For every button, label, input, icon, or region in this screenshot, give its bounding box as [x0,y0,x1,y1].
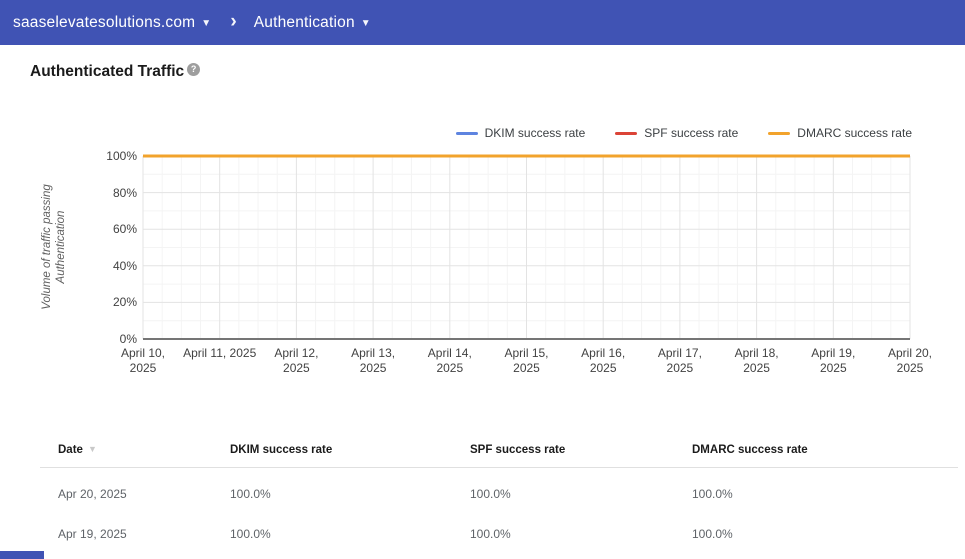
top-navigation-bar: saaselevatesolutions.com ▼ › Authenticat… [0,0,965,45]
table-header-divider [40,467,958,468]
x-tick-label: April 10, 2025 [120,346,166,375]
table-cell: 100.0% [470,487,511,501]
legend-label: DMARC success rate [797,126,912,140]
auth-data-table: Date ▼ DKIM success rate SPF success rate DM… [40,444,958,554]
app-window: saaselevatesolutions.com ▼ › Authenticat… [0,0,965,559]
y-tick-label: 20% [112,295,137,310]
table-header-date[interactable]: Date ▼ [58,444,230,456]
legend-line-icon [615,131,638,135]
partial-bar-bottom-left [0,551,44,559]
domain-dropdown[interactable]: saaselevatesolutions.com ▼ [13,14,211,32]
page-title-row: Authenticated Traffic ? [30,63,201,81]
chevron-down-icon: ▼ [201,18,212,29]
help-icon[interactable]: ? [187,63,201,76]
page-title: Authenticated Traffic [30,63,185,80]
table-body: Apr 20, 2025 100.0% 100.0% 100.0% Apr 19, 20… [40,474,958,554]
table-cell: 100.0% [692,487,733,501]
table-cell: 100.0% [470,527,511,541]
x-tick-label: April 14, 2025 [427,346,472,375]
table-header-dkim-success-rate[interactable]: DKIM success rate [230,444,470,456]
table-row: Apr 20, 2025 100.0% 100.0% 100.0% [40,474,958,514]
y-tick-label: 40% [112,258,137,273]
x-tick-label: April 18, 2025 [734,346,779,375]
domain-label: saaselevatesolutions.com [13,13,196,31]
x-tick-label: April 16, 2025 [581,346,626,375]
plot-area [142,154,911,340]
legend-item-dmarc: DMARC success rate [768,126,912,140]
section-label: Authentication [253,13,355,31]
x-tick-label: April 15, 2025 [504,346,549,375]
x-tick-label: April 12, 2025 [274,346,319,375]
sort-desc-icon: ▼ [87,444,97,454]
y-tick-label: 0% [119,332,137,346]
chevron-down-icon: ▼ [360,18,371,29]
table-header-spf-success-rate[interactable]: SPF success rate [470,444,692,456]
breadcrumb-chevron-icon: › [230,10,237,32]
x-tick-label: April 11, 2025 [183,346,257,360]
y-tick-label: 80% [112,185,137,200]
x-tick-label: April 13, 2025 [351,346,396,375]
table-header-row: Date ▼ DKIM success rate SPF success rate DM… [40,444,958,467]
table-cell: 100.0% [230,487,271,501]
legend-line-icon [768,131,791,135]
table-cell: 100.0% [230,527,271,541]
chart-canvas [142,154,911,340]
y-tick-label: 60% [112,222,137,237]
y-axis-title: Volume of traffic passing Authentication [41,184,67,310]
x-tick-label: April 20, 2025 [887,346,933,375]
table-cell: 100.0% [692,527,733,541]
legend-item-dkim: DKIM success rate [455,126,586,140]
table-header-dmarc-success-rate[interactable]: DMARC success rate [692,444,958,456]
x-tick-label: April 17, 2025 [657,346,702,375]
legend-label: SPF success rate [644,126,739,140]
section-dropdown[interactable]: Authentication ▼ [254,14,371,32]
legend-line-icon [455,131,478,135]
table-cell: Apr 20, 2025 [58,487,127,501]
table-cell: Apr 19, 2025 [58,527,127,541]
legend-label: DKIM success rate [484,126,586,140]
legend-item-spf: SPF success rate [615,126,738,140]
chart-legend: DKIM success rate SPF success rate DMARC s… [426,126,912,140]
y-tick-label: 100% [106,149,137,163]
x-tick-label: April 19, 2025 [811,346,856,375]
table-row: Apr 19, 2025 100.0% 100.0% 100.0% [40,514,958,554]
